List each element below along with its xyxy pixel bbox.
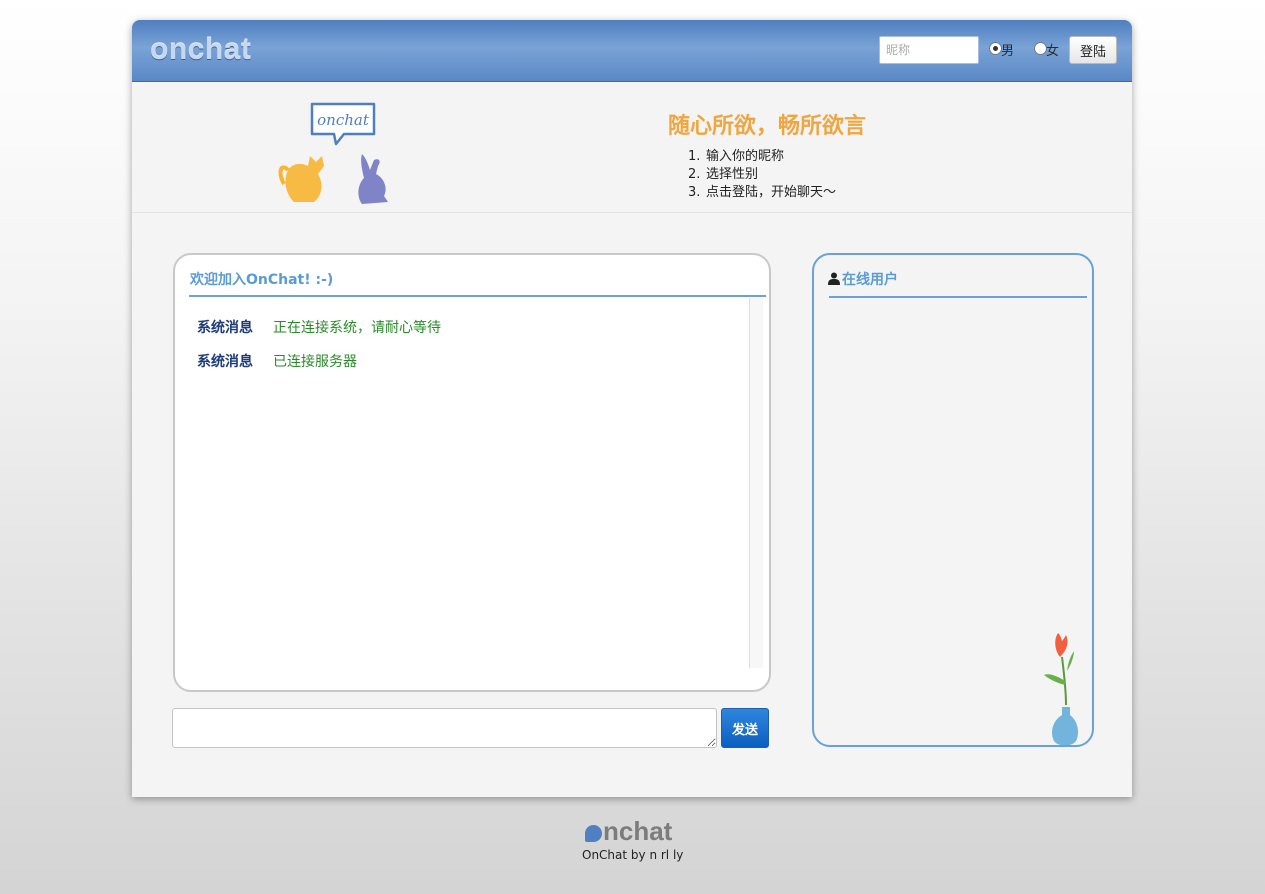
message-text: 正在连接系统，请耐心等待 [273, 320, 441, 336]
login-button[interactable]: 登陆 [1069, 36, 1117, 64]
login-steps-list: 1. 输入你的昵称 2. 选择性别 3. 点击登陆，开始聊天～ [688, 148, 836, 202]
divider [829, 296, 1087, 298]
nickname-input[interactable] [879, 36, 979, 64]
chat-message: 系统消息 正在连接系统，请耐心等待 [197, 317, 441, 337]
message-sender: 系统消息 [197, 320, 253, 336]
chat-panel: 欢迎加入OnChat! :-) 系统消息 正在连接系统，请耐心等待 系统消息 已连接… [173, 253, 771, 692]
login-step: 2. 选择性别 [688, 167, 759, 182]
flower-vase-illustration [1044, 633, 1078, 746]
chat-message: 系统消息 已连接服务器 [197, 351, 357, 371]
message-sender: 系统消息 [197, 354, 253, 370]
slogan-heading: 随心所欲，畅所欲言 [668, 114, 867, 139]
gender-female-label: 女 [1046, 44, 1060, 59]
chat-scrollbar[interactable] [749, 298, 763, 668]
online-users-panel: 在线用户 [812, 253, 1094, 747]
login-step: 1. 输入你的昵称 [688, 149, 785, 164]
gender-male-label: 男 [1001, 44, 1015, 59]
footer-logo: nchat [585, 816, 672, 847]
mascot-sign-text: onchat [317, 111, 370, 129]
message-input[interactable] [172, 708, 717, 748]
login-step: 3. 点击登陆，开始聊天～ [688, 185, 837, 200]
top-bar: onchat 男 女 登陆 [132, 20, 1132, 82]
chat-panel-title: 欢迎加入OnChat! :-) [190, 272, 334, 288]
chat-message-log[interactable]: 系统消息 正在连接系统，请耐心等待 系统消息 已连接服务器 [189, 298, 763, 668]
message-text: 已连接服务器 [273, 354, 357, 370]
divider [189, 295, 766, 297]
footer-credit: OnChat by n rl ly [582, 848, 684, 862]
online-users-title: 在线用户 [828, 269, 898, 289]
send-button[interactable]: 发送 [721, 708, 769, 748]
chat-bubble-icon [585, 825, 602, 842]
user-icon [828, 272, 840, 285]
brand-logo: onchat [150, 33, 252, 66]
cat-rabbit-mascot-illustration: onchat [278, 102, 388, 204]
hero-banner: onchat 随心所欲，畅所欲言 1. 输入你的昵称 2. 选择性别 3. 点击登陆，… [132, 82, 1132, 213]
app-window: onchat 男 女 登陆 onchat 随心所欲，畅所欲言 1.输入你的昵称 … [132, 20, 1132, 797]
